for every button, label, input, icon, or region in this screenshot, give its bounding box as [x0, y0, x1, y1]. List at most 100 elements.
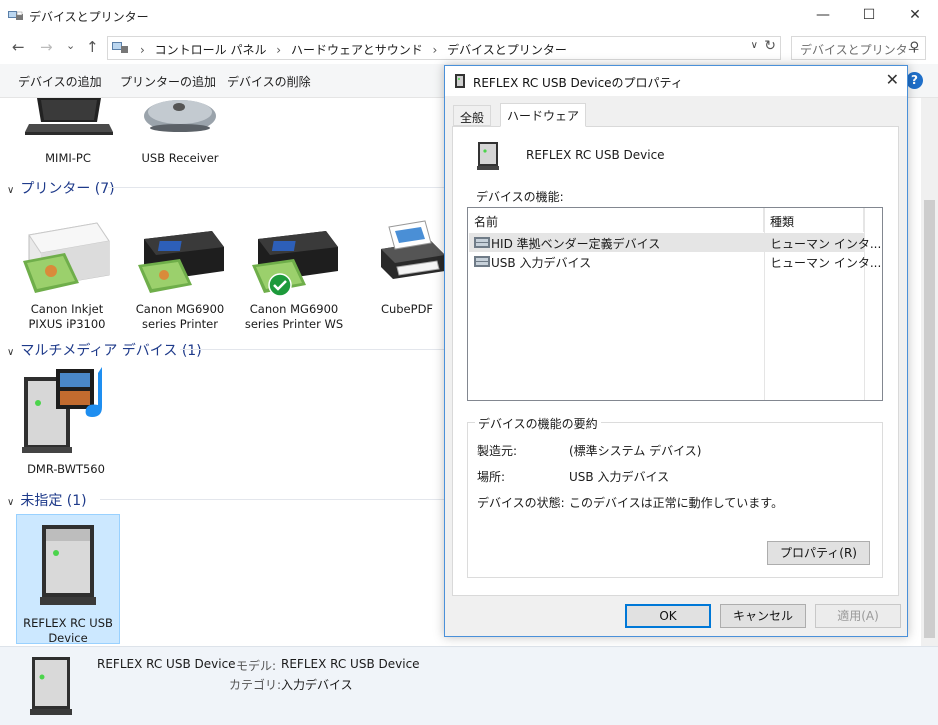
properties-dialog: REFLEX RC USB Deviceのプロパティ ✕ 全般 ハードウェア R…	[444, 65, 908, 637]
apply-button[interactable]: 適用(A)	[815, 604, 901, 628]
manufacturer-value: (標準システム デバイス)	[569, 444, 702, 458]
group-divider	[108, 187, 444, 188]
location-label: 場所:	[477, 470, 506, 484]
group-divider	[180, 349, 444, 350]
device-label: Canon MG6900 series Printer	[135, 302, 225, 331]
inkjet-printer-icon	[23, 222, 110, 293]
devices-printers-icon	[8, 11, 23, 20]
details-model-label: モデル:	[236, 659, 277, 673]
laptop-icon	[25, 98, 113, 135]
search-box[interactable]: デバイスとプリンター ⚲	[791, 36, 926, 60]
device-status-label: デバイスの状態:	[477, 496, 565, 510]
device-status-value: このデバイスは正常に動作しています。	[569, 496, 784, 510]
group-title: 未指定 (1)	[20, 493, 87, 509]
device-label: Canon MG6900 series Printer WS	[244, 302, 344, 331]
address-bar[interactable]: › コントロール パネル › ハードウェアとサウンド › デバイスとプリンター …	[107, 36, 781, 60]
row-name: HID 準拠ベンダー定義デバイス	[491, 237, 661, 251]
dialog-device-name: REFLEX RC USB Device	[526, 148, 665, 162]
group-title: マルチメディア デバイス (1)	[20, 343, 202, 359]
minimize-button[interactable]: —	[800, 0, 846, 30]
remove-device-button[interactable]: デバイスの削除	[227, 73, 311, 90]
group-title: プリンター (7)	[20, 181, 115, 197]
breadcrumb-separator-icon: ›	[140, 43, 145, 57]
breadcrumb-hardware-sound[interactable]: ハードウェアとサウンド	[291, 43, 423, 57]
device-usb-receiver[interactable]: USB Receiver	[130, 98, 230, 170]
function-summary-title: デバイスの機能の要約	[475, 415, 601, 432]
search-input[interactable]: デバイスとプリンター	[800, 41, 920, 58]
cancel-button[interactable]: キャンセル	[720, 604, 806, 628]
mouse-icon	[144, 100, 216, 132]
device-canon-ip3100[interactable]: Canon Inkjet PIXUS iP3100	[17, 205, 117, 333]
forward-arrow-icon[interactable]: →	[40, 38, 53, 56]
location-value: USB 入力デバイス	[569, 470, 670, 484]
up-arrow-icon[interactable]: ↑	[86, 38, 99, 56]
pdf-printer-icon	[381, 220, 445, 279]
device-mimi-pc[interactable]: MIMI-PC	[18, 98, 118, 170]
breadcrumb-devices-printers[interactable]: デバイスとプリンター	[447, 43, 567, 57]
breadcrumb-separator-icon: ›	[432, 43, 438, 57]
table-row[interactable]: HID 準拠ベンダー定義デバイス ヒューマン インタ...	[469, 233, 881, 252]
maximize-button[interactable]: ☐	[846, 0, 892, 30]
chevron-down-icon: ∨	[7, 497, 15, 508]
search-icon[interactable]: ⚲	[909, 40, 919, 55]
media-device-icon	[22, 367, 102, 453]
usb-device-icon	[40, 525, 96, 605]
chevron-down-icon: ∨	[7, 347, 15, 358]
dialog-close-button[interactable]: ✕	[886, 70, 899, 89]
device-reflex-rc-usb[interactable]: REFLEX RC USB Device	[16, 514, 120, 645]
device-label: REFLEX RC USB Device	[23, 616, 113, 645]
usb-device-icon	[30, 657, 72, 715]
dialog-title: REFLEX RC USB Deviceのプロパティ	[473, 76, 683, 90]
navigation-bar: ← → ⌄ ↑ › コントロール パネル › ハードウェアとサウンド › デバイ…	[0, 34, 938, 62]
ok-button[interactable]: OK	[625, 604, 711, 628]
chevron-down-icon[interactable]: ∨	[751, 40, 758, 51]
group-divider	[100, 499, 444, 500]
window-title: デバイスとプリンター	[29, 10, 149, 24]
device-label: DMR-BWT560	[27, 462, 105, 476]
group-header-multimedia[interactable]: ∨ マルチメディア デバイス (1)	[7, 340, 202, 360]
device-cubepdf[interactable]: CubePDF	[357, 205, 457, 333]
details-category-label: カテゴリ:	[229, 678, 282, 692]
help-icon[interactable]: ?	[906, 72, 923, 89]
properties-button[interactable]: プロパティ(R)	[767, 541, 870, 565]
device-label: MIMI-PC	[45, 151, 91, 165]
group-header-unspecified[interactable]: ∨ 未指定 (1)	[7, 490, 87, 510]
device-functions-label: デバイスの機能:	[476, 190, 564, 204]
column-header-type[interactable]: 種類	[764, 208, 864, 232]
add-device-button[interactable]: デバイスの追加	[18, 73, 102, 90]
column-header-name[interactable]: 名前	[468, 208, 764, 232]
tab-general[interactable]: 全般	[453, 105, 492, 126]
table-row[interactable]: USB 入力デバイス ヒューマン インタ...	[469, 252, 881, 271]
breadcrumb: › コントロール パネル › ハードウェアとサウンド › デバイスとプリンター	[134, 41, 567, 58]
details-pane: REFLEX RC USB Device モデル: REFLEX RC USB …	[0, 646, 938, 725]
dialog-title-bar: REFLEX RC USB Deviceのプロパティ ✕	[445, 66, 907, 96]
default-check-icon	[268, 273, 292, 297]
usb-device-icon	[455, 74, 465, 88]
chevron-down-icon: ∨	[7, 185, 15, 196]
device-canon-mg6900-ws[interactable]: Canon MG6900 series Printer WS	[244, 205, 344, 333]
details-device-name: REFLEX RC USB Device	[97, 657, 236, 671]
device-functions-list[interactable]: 名前 種類 HID 準拠ベンダー定義デバイス ヒューマン インタ... USB …	[467, 207, 883, 401]
tab-hardware[interactable]: ハードウェア	[500, 103, 587, 127]
breadcrumb-control-panel[interactable]: コントロール パネル	[155, 43, 267, 57]
back-arrow-icon[interactable]: ←	[12, 38, 25, 56]
device-label: Canon Inkjet PIXUS iP3100	[28, 302, 106, 331]
add-printer-button[interactable]: プリンターの追加	[120, 73, 216, 90]
device-dmr-bwt560[interactable]: DMR-BWT560	[16, 363, 116, 481]
refresh-icon[interactable]: ↻	[764, 38, 776, 54]
printer-icon	[138, 231, 224, 293]
printer-icon	[252, 231, 338, 293]
usb-device-icon	[477, 142, 499, 170]
hid-device-icon	[474, 256, 490, 267]
row-type: ヒューマン インタ...	[770, 237, 882, 251]
device-label: USB Receiver	[141, 151, 219, 165]
close-button[interactable]: ✕	[892, 0, 938, 30]
device-canon-mg6900[interactable]: Canon MG6900 series Printer	[130, 205, 230, 333]
hid-device-icon	[474, 237, 490, 248]
manufacturer-label: 製造元:	[477, 444, 518, 458]
breadcrumb-separator-icon: ›	[276, 43, 282, 57]
scrollbar-thumb[interactable]	[924, 200, 935, 638]
recent-locations-icon[interactable]: ⌄	[66, 39, 75, 52]
group-header-printers[interactable]: ∨ プリンター (7)	[7, 178, 115, 198]
title-bar: デバイスとプリンター — ☐ ✕	[0, 0, 938, 32]
